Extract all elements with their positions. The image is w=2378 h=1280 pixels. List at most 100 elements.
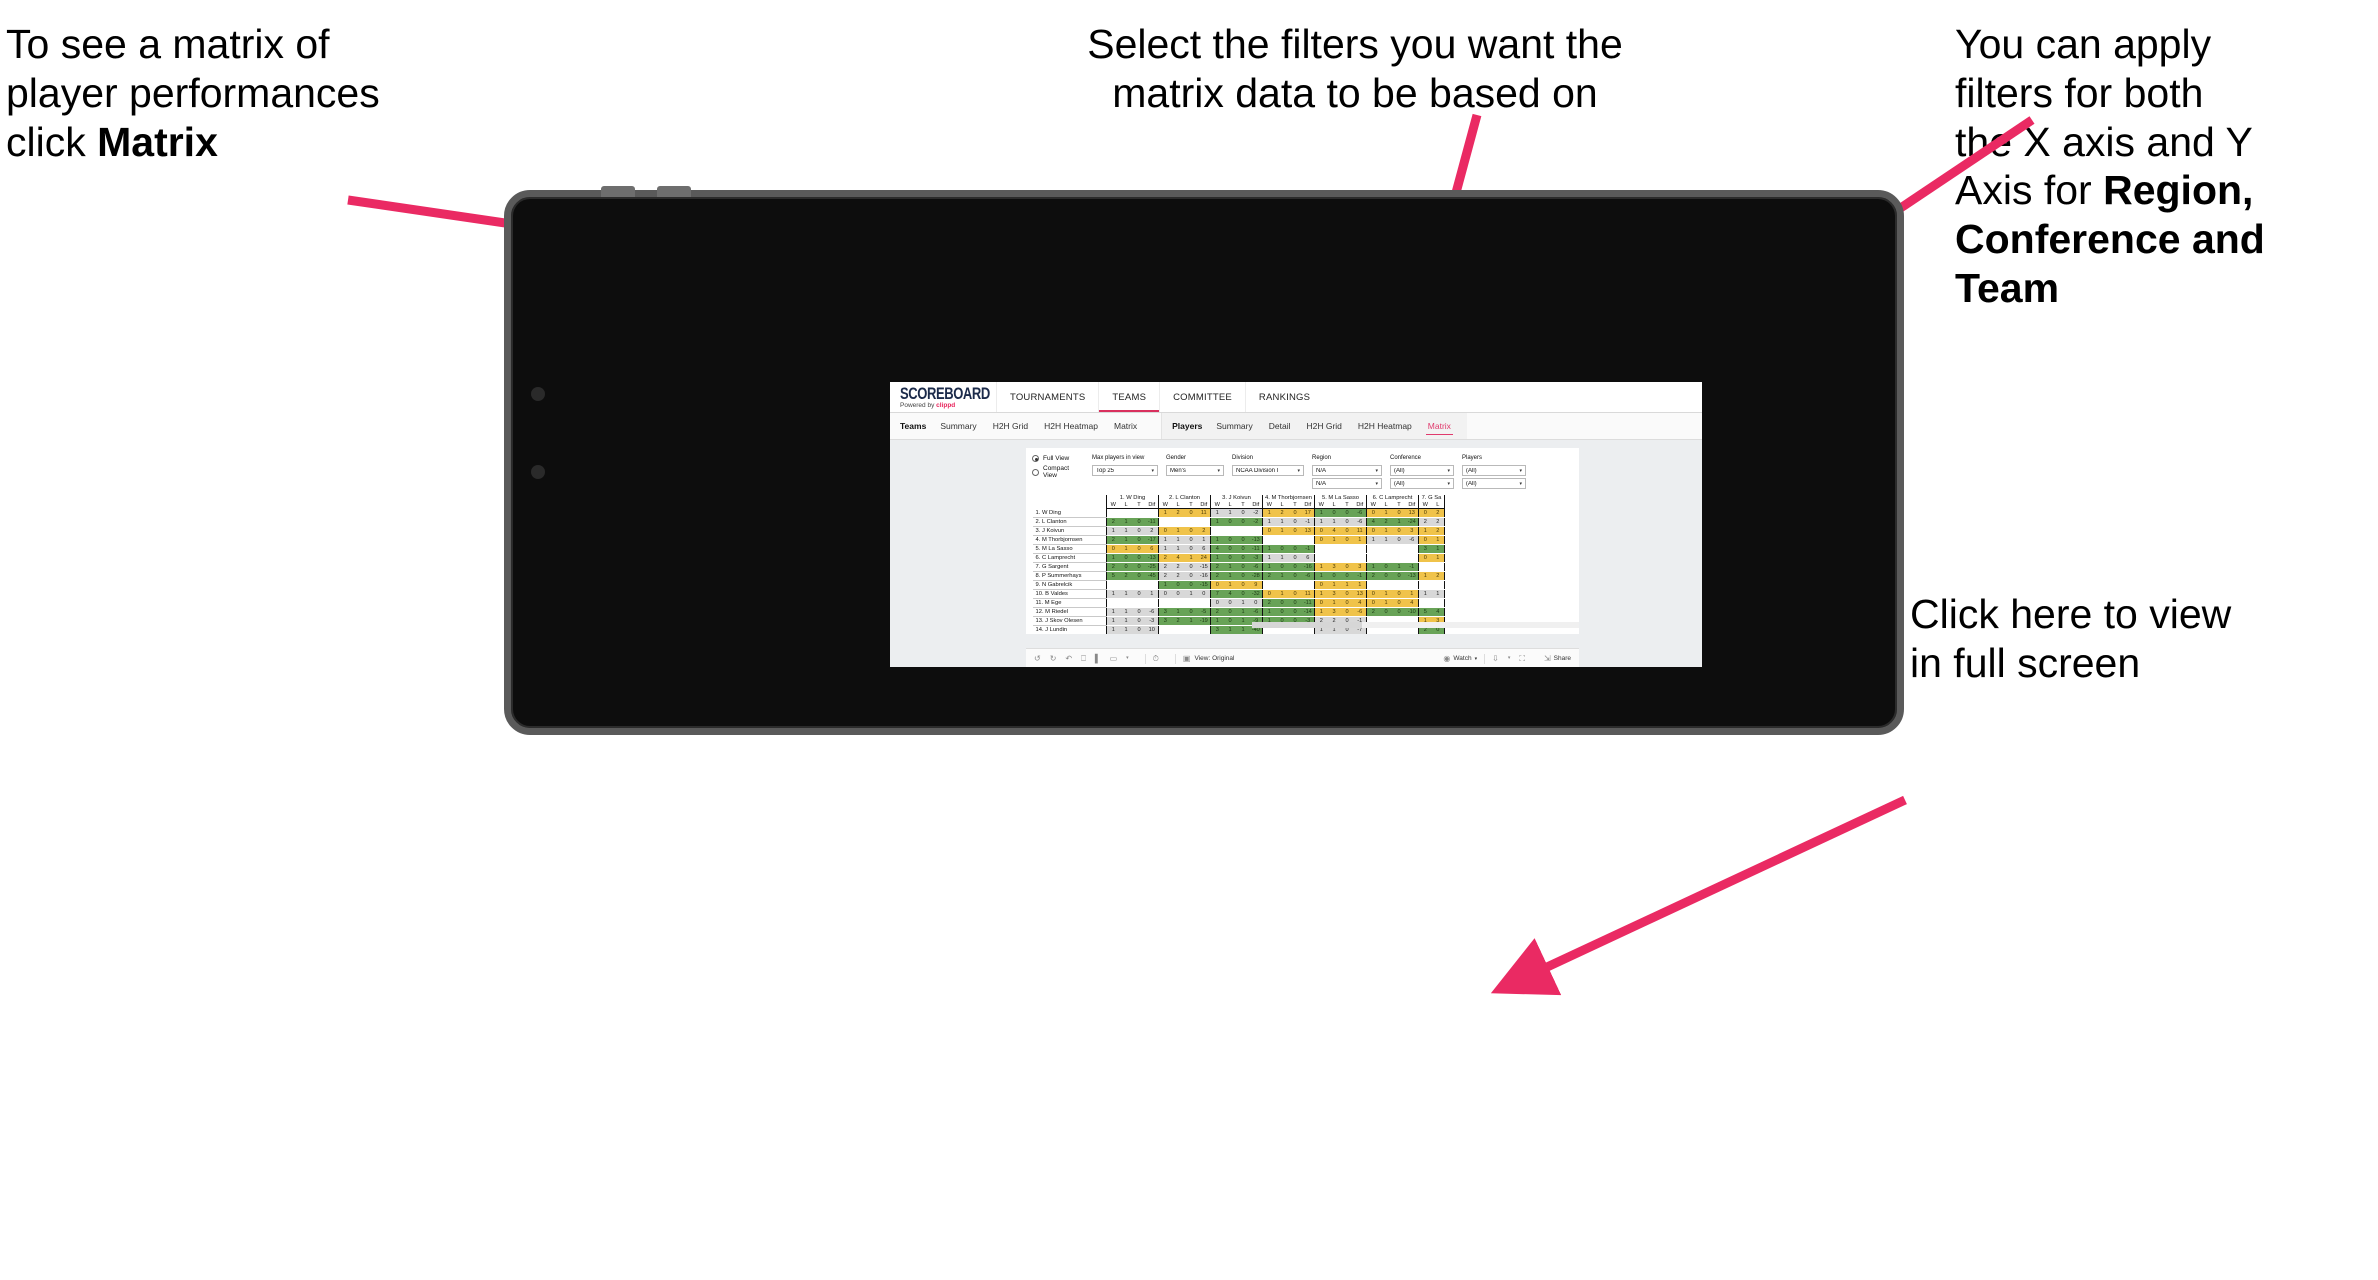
matrix-cell[interactable]: 1 [1314,607,1328,617]
matrix-cell[interactable]: 0 [1379,562,1393,572]
matrix-cell[interactable]: 0 [1184,526,1198,536]
matrix-cell[interactable]: -6 [1353,508,1367,518]
matrix-cell[interactable]: 4 [1353,598,1367,608]
alert-icon[interactable]: ⏱ [1153,654,1159,663]
matrix-cell[interactable]: 2 [1366,607,1380,617]
matrix-cell[interactable]: 0 [1236,580,1250,590]
matrix-cell[interactable]: 1 [1340,580,1354,590]
matrix-cell[interactable]: 1 [1327,580,1341,590]
matrix-row[interactable]: 1. W Ding 1 2 0 11 1 1 0 -2 1 2 0 17 1 0 0 -6 0 1 0 13 0 2 [1032,508,1445,518]
matrix-cell[interactable] [1340,553,1354,563]
tab-players-h2h-grid[interactable]: H2H Grid [1306,413,1341,439]
tablet-volume-button-down[interactable] [657,186,691,197]
matrix-cell[interactable]: -6 [1249,562,1263,572]
matrix-cell[interactable]: 1 [1327,517,1341,527]
matrix-cell[interactable]: 0 [1392,598,1406,608]
nav-tournaments[interactable]: TOURNAMENTS [996,382,1098,412]
matrix-cell[interactable]: 6 [1145,544,1159,554]
filter-region-select-x[interactable]: N/A ▾ [1312,465,1382,476]
matrix-cell[interactable]: 11 [1197,508,1211,518]
revert-icon[interactable]: ↶ [1065,654,1072,663]
filter-region-select-y[interactable]: N/A ▾ [1312,478,1382,489]
matrix-cell[interactable]: 2 [1171,508,1185,518]
matrix-cell[interactable]: 0 [1288,562,1302,572]
matrix-cell[interactable]: 1 [1158,580,1172,590]
horizontal-scrollbar[interactable] [1252,622,1579,628]
matrix-cell[interactable]: 0 [1275,607,1289,617]
matrix-row-label[interactable]: 4. M Thorbjornsen [1032,535,1107,545]
matrix-cell[interactable] [1145,508,1159,518]
matrix-cell[interactable]: 13 [1405,508,1419,518]
matrix-cell[interactable]: 0 [1236,589,1250,599]
matrix-cell[interactable]: -1 [1405,562,1419,572]
matrix-cell[interactable]: 0 [1210,598,1224,608]
matrix-cell[interactable] [1418,562,1432,572]
matrix-cell[interactable]: 0 [1314,526,1328,536]
filter-division-select[interactable]: NCAA Division I ▾ [1232,465,1304,476]
matrix-cell[interactable]: 1 [1184,553,1198,563]
matrix-cell[interactable]: 0 [1340,562,1354,572]
matrix-cell[interactable]: 0 [1184,544,1198,554]
matrix-cell[interactable]: 1 [1106,607,1120,617]
matrix-cell[interactable]: 13 [1301,526,1315,536]
matrix-cell[interactable]: 0 [1327,508,1341,518]
matrix-row-label[interactable]: 2. L Clanton [1032,517,1107,527]
matrix-cell[interactable]: 2 [1210,607,1224,617]
matrix-cell[interactable]: 1 [1223,580,1237,590]
matrix-cell[interactable]: 0 [1184,607,1198,617]
matrix-cell[interactable] [1158,625,1172,634]
matrix-cell[interactable]: 3 [1405,526,1419,536]
matrix-cell[interactable]: 0 [1249,598,1263,608]
matrix-cell[interactable]: -16 [1197,571,1211,581]
matrix-cell[interactable]: 0 [1223,544,1237,554]
matrix-cell[interactable]: 1 [1262,553,1276,563]
matrix-row[interactable]: 9. N Gabrelcik 1 0 0 -15 0 1 0 9 0 1 1 1 [1032,580,1445,590]
matrix-cell[interactable]: 2 [1431,508,1445,518]
matrix-cell[interactable]: 1 [1210,508,1224,518]
matrix-cell[interactable]: 1 [1184,616,1198,626]
matrix-cell[interactable]: 0 [1184,535,1198,545]
matrix-cell[interactable]: 1 [1158,535,1172,545]
matrix-cell[interactable]: 3 [1327,607,1341,617]
matrix-cell[interactable]: 2 [1366,571,1380,581]
matrix-cell[interactable]: -17 [1145,535,1159,545]
download-icon[interactable]: ⇩ [1492,654,1499,663]
matrix-cell[interactable]: 0 [1236,562,1250,572]
matrix-cell[interactable]: 0 [1223,607,1237,617]
matrix-cell[interactable]: 0 [1106,544,1120,554]
matrix-cell[interactable]: 1 [1119,589,1133,599]
chevron-down-icon[interactable]: ▾ [1126,656,1129,661]
matrix-cell[interactable]: 0 [1327,571,1341,581]
matrix-cell[interactable]: 1 [1223,508,1237,518]
filter-conference-select-x[interactable]: (All) ▾ [1390,465,1454,476]
matrix-cell[interactable]: 1 [1379,589,1393,599]
matrix-cell[interactable]: 0 [1392,607,1406,617]
matrix-cell[interactable]: 2 [1197,526,1211,536]
matrix-cell[interactable] [1158,517,1172,527]
matrix-cell[interactable]: 0 [1288,517,1302,527]
matrix-cell[interactable]: 1 [1314,517,1328,527]
matrix-row[interactable]: 5. M La Sasso 0 1 0 6 1 1 0 6 4 0 0 -11 1 0 0 -1 3 1 [1032,544,1445,554]
matrix-cell[interactable]: -14 [1301,607,1315,617]
matrix-cell[interactable]: 1 [1431,544,1445,554]
matrix-cell[interactable]: 2 [1171,571,1185,581]
matrix-cell[interactable]: 0 [1366,526,1380,536]
matrix-cell[interactable]: 13 [1353,589,1367,599]
matrix-cell[interactable]: -45 [1145,571,1159,581]
matrix-cell[interactable]: 2 [1431,571,1445,581]
matrix-cell[interactable]: 1 [1314,508,1328,518]
matrix-cell[interactable]: 0 [1340,607,1354,617]
matrix-cell[interactable] [1405,544,1419,554]
tab-players-summary[interactable]: Summary [1216,413,1252,439]
matrix-cell[interactable]: 1 [1275,526,1289,536]
share-button[interactable]: ⇲ Share [1544,654,1571,663]
matrix-cell[interactable]: 0 [1314,580,1328,590]
matrix-cell[interactable]: 5 [1418,607,1432,617]
matrix-cell[interactable]: -25 [1145,562,1159,572]
matrix-row-label[interactable]: 6. C Lamprecht [1032,553,1107,563]
radio-compact-view[interactable]: Compact View [1032,465,1084,479]
matrix-cell[interactable]: 0 [1236,553,1250,563]
matrix-column-header[interactable]: 5. M La Sasso [1314,495,1367,502]
matrix-cell[interactable]: 1 [1119,625,1133,634]
matrix-cell[interactable]: 7 [1210,589,1224,599]
